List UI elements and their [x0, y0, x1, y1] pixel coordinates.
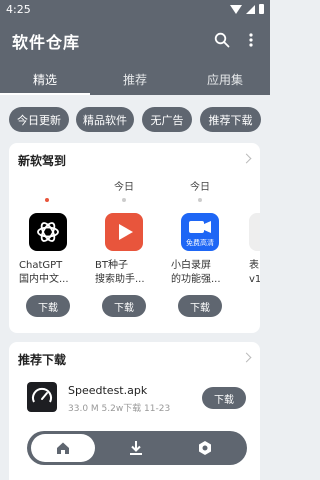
download-button[interactable]: 下载 [26, 295, 70, 317]
download-icon [130, 441, 142, 455]
filter-chips: 今日更新 精品软件 无广告 推荐下载 [0, 107, 270, 133]
app-tile[interactable]: BT种子 搜索助手... 下载 [95, 213, 159, 317]
download-button[interactable]: 下载 [178, 295, 222, 317]
app-name: 小白录屏 [171, 260, 211, 271]
home-icon [57, 442, 69, 454]
tab-featured[interactable]: 精选 [0, 64, 90, 95]
top-tabs: 精选 推荐 应用集 [0, 64, 270, 95]
app-desc: 国内中文... [19, 274, 69, 285]
wifi-icon [230, 4, 242, 14]
search-icon[interactable] [214, 32, 230, 48]
app-desc: 搜索助手... [95, 274, 145, 285]
battery-icon [259, 4, 264, 14]
chip-no-ads[interactable]: 无广告 [142, 107, 192, 132]
chip-premium[interactable]: 精品软件 [76, 107, 134, 132]
app-desc: v1 [249, 274, 260, 285]
download-button[interactable]: 下载 [202, 387, 246, 409]
app-tile[interactable]: 表 v1 [249, 213, 260, 287]
nav-downloads[interactable] [126, 438, 146, 458]
chip-recommended[interactable]: 推荐下载 [200, 107, 261, 132]
timeline [9, 198, 260, 202]
download-button[interactable]: 下载 [102, 295, 146, 317]
date-label: 今日 [114, 182, 134, 193]
chevron-right-icon[interactable] [241, 352, 252, 363]
settings-icon [199, 441, 211, 455]
video-camera-icon: 免费高清 [181, 213, 219, 251]
app-name: BT种子 [95, 260, 128, 271]
new-apps-card: 新软驾到 今日 今日 ChatGPT 国内中文... 下载 BT种子 搜索助手.… [9, 143, 260, 333]
date-label: 今日 [190, 182, 210, 193]
app-meta: 33.0 M 5.2w下载 11-23 [68, 404, 171, 414]
play-icon [105, 213, 143, 251]
app-bar: 4:25 软件仓库 精选 推荐 应用集 [0, 0, 270, 95]
nav-home[interactable] [31, 434, 95, 462]
app-name: 表 [249, 260, 259, 271]
app-name[interactable]: Speedtest.apk [68, 384, 147, 397]
tab-recommend[interactable]: 推荐 [90, 64, 180, 95]
recommend-title: 推荐下载 [18, 353, 67, 367]
app-badge: 免费高清 [186, 239, 214, 247]
speedometer-icon [27, 382, 57, 412]
timeline-dot [198, 198, 202, 202]
chevron-right-icon[interactable] [241, 153, 252, 164]
timeline-dot [122, 198, 126, 202]
app-icon [249, 213, 260, 251]
more-vert-icon[interactable] [243, 32, 259, 48]
app-name: ChatGPT [19, 260, 63, 271]
app-desc: 的功能强... [171, 274, 221, 285]
status-time: 4:25 [6, 3, 31, 16]
timeline-dot [45, 198, 49, 202]
status-bar: 4:25 [0, 0, 270, 20]
bottom-nav [27, 431, 247, 465]
new-apps-title: 新软驾到 [18, 154, 67, 168]
app-tile[interactable]: 免费高清 小白录屏 的功能强... 下载 [171, 213, 235, 317]
chatgpt-logo-icon [29, 213, 67, 251]
status-icons [230, 4, 264, 14]
chip-today-update[interactable]: 今日更新 [9, 107, 69, 132]
app-tile[interactable]: ChatGPT 国内中文... 下载 [19, 213, 83, 317]
page-title: 软件仓库 [12, 33, 81, 52]
tab-collections[interactable]: 应用集 [180, 64, 270, 95]
signal-icon [246, 4, 255, 14]
nav-settings[interactable] [195, 438, 215, 458]
